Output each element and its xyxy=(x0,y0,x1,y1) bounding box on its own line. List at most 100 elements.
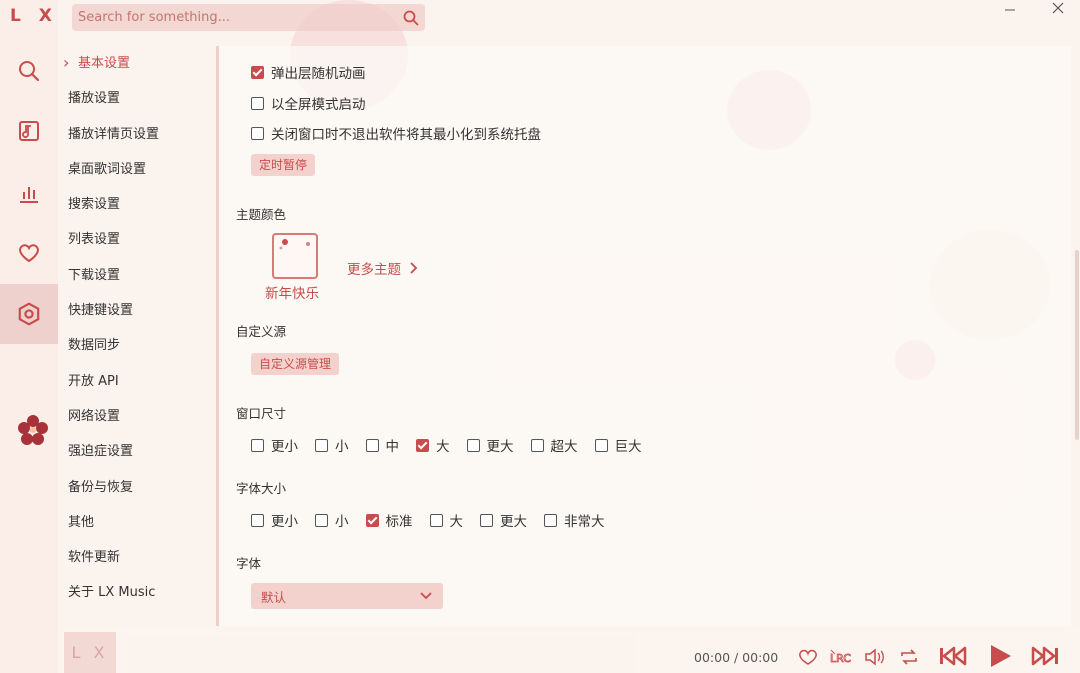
window-size-option[interactable]: 大 xyxy=(416,435,450,455)
window-size-option[interactable]: 小 xyxy=(315,435,349,455)
more-themes-label: 更多主题 xyxy=(347,262,401,278)
rail-search-button[interactable] xyxy=(0,48,58,94)
comment-heart-icon xyxy=(799,649,817,665)
checkbox-box[interactable] xyxy=(251,96,264,110)
settings-nav-item-desktop-lyric[interactable]: 桌面歌词设置 xyxy=(58,152,216,187)
svg-text:LRC: LRC xyxy=(830,652,851,665)
theme-swatch[interactable] xyxy=(272,233,318,279)
option-label: 非常大 xyxy=(564,514,605,530)
play-button[interactable] xyxy=(986,642,1014,670)
option-label: 更小 xyxy=(271,439,298,455)
checkbox-box[interactable] xyxy=(544,513,557,527)
more-themes-link[interactable]: 更多主题 xyxy=(347,258,421,278)
settings-nav-item-list[interactable]: 列表设置 xyxy=(58,222,216,257)
checkbox-box[interactable] xyxy=(251,438,264,452)
checkbox-box[interactable] xyxy=(315,513,328,527)
settings-nav-item-hotkey[interactable]: 快捷键设置 xyxy=(58,293,216,328)
option-label: 更大 xyxy=(486,439,514,455)
font-size-option[interactable]: 更大 xyxy=(480,510,527,530)
play-icon xyxy=(991,645,1011,667)
font-size-option[interactable]: 小 xyxy=(315,510,349,530)
font-select-value: 默认 xyxy=(261,589,287,605)
play-mode-button[interactable] xyxy=(899,648,919,666)
album-cover[interactable]: L X xyxy=(64,632,116,673)
option-label: 更小 xyxy=(271,514,298,530)
settings-nav-item-network[interactable]: 网络设置 xyxy=(58,399,216,434)
tray-checkbox[interactable]: 关闭窗口时不退出软件将其最小化到系统托盘 xyxy=(251,123,541,143)
settings-nav-item-about[interactable]: 关于 LX Music xyxy=(58,575,216,610)
window-size-option[interactable]: 中 xyxy=(365,435,400,455)
window-size-option[interactable]: 巨大 xyxy=(594,435,642,455)
checkbox-box[interactable] xyxy=(365,513,379,527)
previous-button[interactable] xyxy=(938,644,968,668)
theme-name: 新年快乐 xyxy=(265,286,319,302)
settings-nav-item-backup[interactable]: 备份与恢复 xyxy=(58,470,216,505)
fullscreen-checkbox[interactable]: 以全屏模式启动 xyxy=(251,93,366,113)
timer-pause-button[interactable]: 定时暂停 xyxy=(251,154,316,176)
theme-preview-icon xyxy=(279,239,310,250)
option-label: 中 xyxy=(385,439,400,455)
volume-button[interactable] xyxy=(864,648,886,666)
font-size-option[interactable]: 非常大 xyxy=(544,510,605,530)
theme-section-title: 主题颜色 xyxy=(236,207,287,222)
option-label: 巨大 xyxy=(614,439,642,455)
comment-button[interactable] xyxy=(798,648,818,666)
font-select[interactable]: 默认 xyxy=(251,583,443,609)
font-size-option[interactable]: 大 xyxy=(429,510,463,530)
minimize-button[interactable] xyxy=(995,2,1025,18)
app-window: L X 基本设置 播放设置 播放详情页设置 xyxy=(0,0,1080,673)
checkbox-box[interactable] xyxy=(466,438,480,452)
random-anim-checkbox[interactable]: 弹出层随机动画 xyxy=(251,62,366,82)
previous-icon xyxy=(940,646,967,666)
option-label: 大 xyxy=(436,439,450,455)
checkbox-box[interactable] xyxy=(530,438,544,452)
settings-nav-item-search[interactable]: 搜索设置 xyxy=(58,187,216,222)
search-input[interactable] xyxy=(72,4,397,31)
option-label: 更大 xyxy=(500,514,527,530)
settings-nav-item-basic[interactable]: 基本设置 xyxy=(58,45,216,81)
checkbox-box[interactable] xyxy=(416,438,429,452)
window-size-option[interactable]: 更大 xyxy=(466,435,514,455)
checkbox-box[interactable] xyxy=(365,438,379,452)
window-size-options: 更小 小 中 大 更大 超大 巨大 xyxy=(251,435,659,455)
font-size-option[interactable]: 标准 xyxy=(365,510,413,530)
close-icon xyxy=(1052,2,1064,14)
next-icon xyxy=(1031,646,1058,666)
settings-nav-item-play-detail[interactable]: 播放详情页设置 xyxy=(58,117,216,152)
next-button[interactable] xyxy=(1030,644,1060,668)
checkbox-box[interactable] xyxy=(251,65,264,79)
checkbox-box[interactable] xyxy=(594,438,608,452)
icon-rail: L X xyxy=(0,0,58,673)
window-size-title: 窗口尺寸 xyxy=(236,406,287,421)
lrc-icon: LRC xyxy=(830,649,852,665)
source-manage-button[interactable]: 自定义源管理 xyxy=(251,353,340,375)
rail-songlist-button[interactable] xyxy=(0,108,58,154)
window-size-option[interactable]: 超大 xyxy=(530,435,578,455)
settings-nav-item-other[interactable]: 其他 xyxy=(58,505,216,540)
lyric-toggle-button[interactable]: LRC xyxy=(829,648,853,666)
rail-settings-button[interactable] xyxy=(0,284,58,344)
rail-favorite-button[interactable] xyxy=(0,230,58,276)
checkbox-box[interactable] xyxy=(315,438,328,452)
settings-nav-item-update[interactable]: 软件更新 xyxy=(58,540,216,575)
checkbox-box[interactable] xyxy=(251,513,264,527)
scrollbar[interactable] xyxy=(1075,250,1079,440)
settings-nav-item-odc[interactable]: 强迫症设置 xyxy=(58,434,216,469)
settings-nav-item-download[interactable]: 下载设置 xyxy=(58,258,216,293)
rail-leaderboard-button[interactable] xyxy=(0,170,58,216)
close-button[interactable] xyxy=(1043,0,1073,16)
settings-nav-item-play[interactable]: 播放设置 xyxy=(58,81,216,116)
chevron-right-icon xyxy=(410,262,418,274)
chevron-down-icon xyxy=(420,592,432,600)
font-size-option[interactable]: 更小 xyxy=(251,510,298,530)
font-title: 字体 xyxy=(236,556,262,571)
search-submit-button[interactable] xyxy=(397,4,425,31)
settings-nav-item-open-api[interactable]: 开放 API xyxy=(58,364,216,399)
settings-panel: 弹出层随机动画 以全屏模式启动 关闭窗口时不退出软件将其最小化到系统托盘 定时暂… xyxy=(219,46,1071,626)
checkbox-box[interactable] xyxy=(429,513,443,527)
window-size-option[interactable]: 更小 xyxy=(251,435,298,455)
settings-nav-item-sync[interactable]: 数据同步 xyxy=(58,328,216,363)
checkbox-box[interactable] xyxy=(251,126,264,140)
option-label: 小 xyxy=(335,439,349,455)
checkbox-box[interactable] xyxy=(480,513,493,527)
